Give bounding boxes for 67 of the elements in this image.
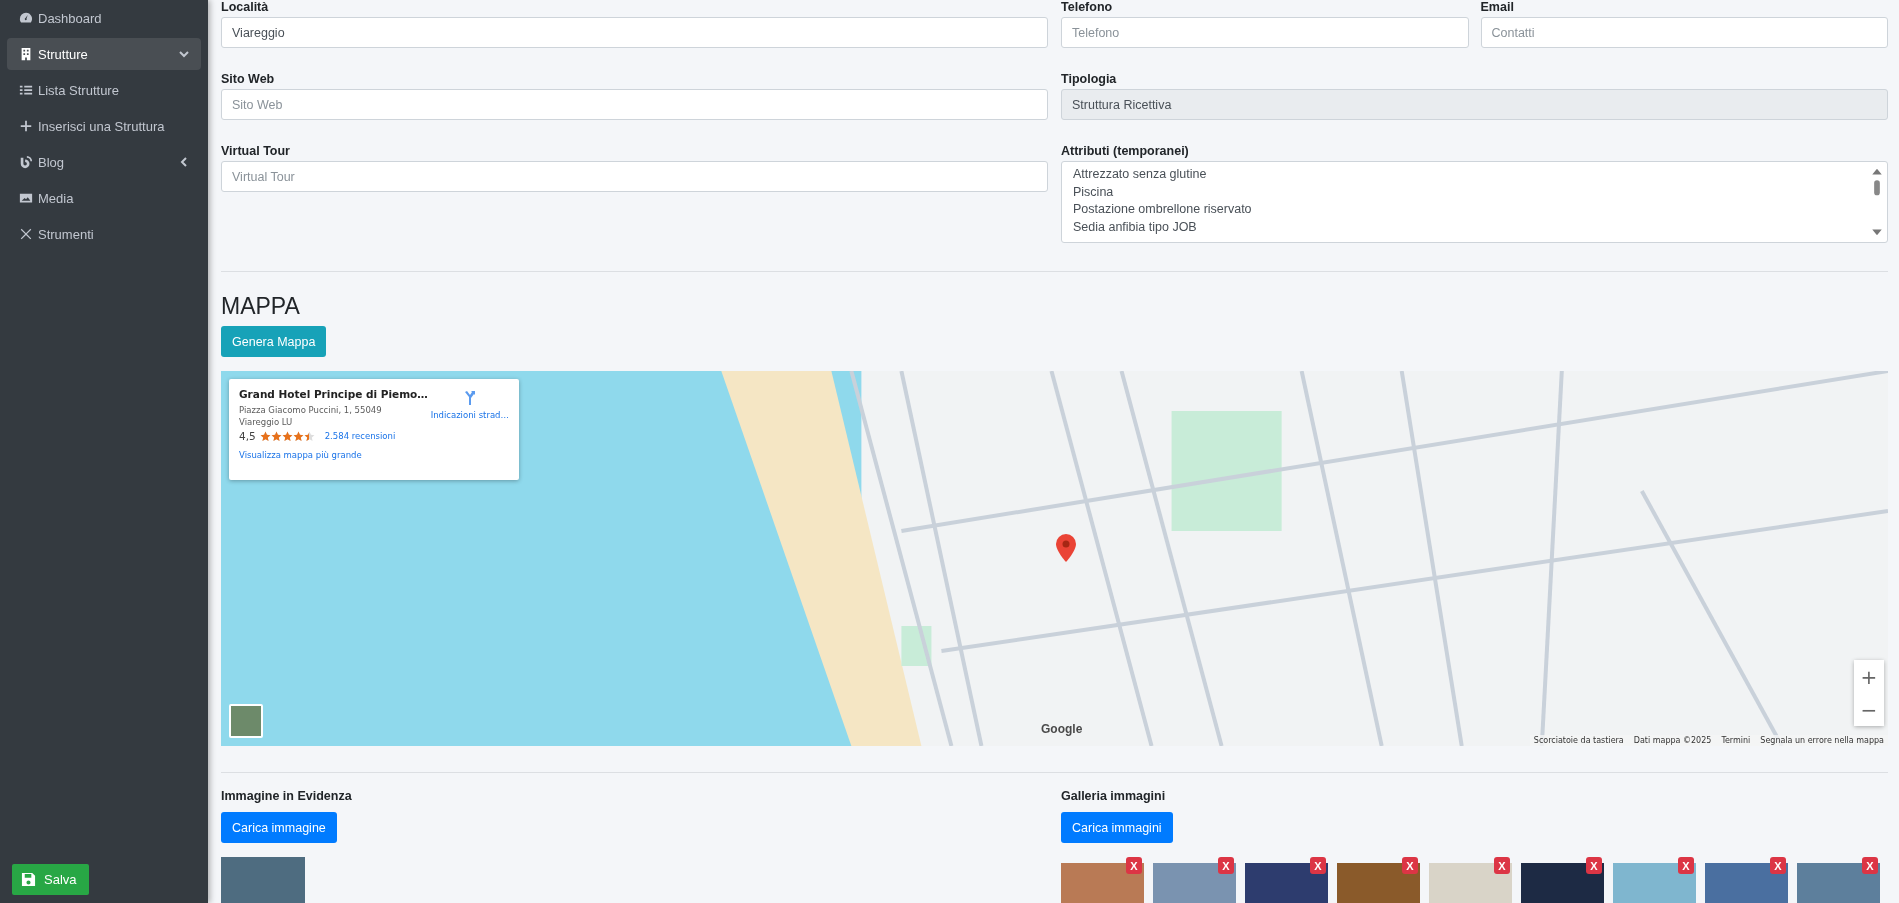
reviews-link[interactable]: 2.584 recensioni	[324, 431, 396, 441]
remove-image-button[interactable]: X	[1770, 857, 1786, 874]
text-field[interactable]: Virtual Tour	[221, 161, 1048, 192]
sidebar-subitem[interactable]: Lista Strutture	[7, 74, 201, 106]
star-icon	[303, 430, 315, 442]
remove-image-button[interactable]: X	[1494, 857, 1510, 874]
map-logo: Google	[1041, 722, 1083, 736]
scrollbar-icon	[1871, 166, 1883, 238]
sidebar-item[interactable]: Strutture	[7, 38, 201, 70]
map-footer-link[interactable]: Scorciatoie da tastiera	[1533, 736, 1624, 745]
field-label: Attributi (temporanei)	[1061, 144, 1189, 160]
sidebar-subitem[interactable]: Inserisci una Struttura	[7, 110, 201, 142]
star-icon	[292, 430, 304, 442]
zoom-out-button[interactable]: −	[1854, 693, 1884, 726]
list-option[interactable]: Postazione ombrellone riservato	[1073, 201, 1871, 219]
field-label: Sito Web	[221, 72, 275, 88]
field-label: Località	[221, 0, 269, 16]
remove-image-button[interactable]: X	[1678, 857, 1694, 874]
field-label: Immagine in Evidenza	[221, 789, 352, 805]
sidebar-item[interactable]: Dashboard	[7, 2, 201, 34]
list-icon	[19, 83, 33, 97]
tools-icon	[19, 227, 33, 241]
rss-icon	[19, 155, 33, 169]
sidebar-item[interactable]: Blog	[7, 146, 201, 178]
gauge-icon	[19, 11, 33, 25]
sidebar-item[interactable]: Media	[7, 182, 201, 214]
remove-image-button[interactable]: X	[1402, 857, 1418, 874]
map-footer-link[interactable]: Dati mappa ©2025	[1633, 736, 1712, 745]
list-option[interactable]: Attrezzato senza glutine	[1073, 166, 1871, 184]
zoom-in-button[interactable]: +	[1854, 660, 1884, 693]
remove-image-button[interactable]: X	[1586, 857, 1602, 874]
remove-image-button[interactable]: X	[1126, 857, 1142, 874]
place-name: Grand Hotel Principe di Piemo…	[239, 388, 428, 400]
text-field[interactable]: Telefono	[1061, 17, 1469, 48]
map-pin-icon	[1056, 534, 1076, 562]
place-address: Piazza Giacomo Puccini, 1, 55049	[239, 404, 382, 416]
rating-value: 4,5	[239, 430, 256, 442]
plus-icon	[19, 119, 33, 133]
field-label: Galleria immagini	[1061, 789, 1166, 805]
list-option[interactable]: Sedia anfibia tipo JOB	[1073, 218, 1871, 236]
section-heading: MAPPA	[221, 292, 300, 320]
star-icon	[281, 430, 293, 442]
upload-image-button[interactable]: Carica immagine	[221, 812, 337, 843]
text-field[interactable]: Sito Web	[221, 89, 1048, 120]
upload-images-button[interactable]: Carica immagini	[1061, 812, 1173, 843]
satellite-view-toggle[interactable]	[229, 704, 263, 738]
sidebar-item[interactable]: Strumenti	[7, 218, 201, 250]
field-label: Virtual Tour	[221, 144, 290, 160]
place-address: Viareggio LU	[239, 416, 293, 428]
field-label: Telefono	[1061, 0, 1113, 16]
map-footer-link[interactable]: Termini	[1721, 736, 1751, 745]
remove-image-button[interactable]: X	[1862, 857, 1878, 874]
building-icon	[19, 47, 33, 61]
field-label: Tipologia	[1061, 72, 1117, 88]
directions-link[interactable]: Indicazioni strad…	[430, 388, 509, 420]
map-footer-link[interactable]: Segnala un errore nella mappa	[1760, 736, 1884, 745]
remove-image-button[interactable]: X	[1218, 857, 1234, 874]
star-icon	[259, 430, 271, 442]
remove-image-button[interactable]: X	[1310, 857, 1326, 874]
larger-map-link[interactable]: Visualizza mappa più grande	[239, 450, 362, 460]
star-icon	[270, 430, 282, 442]
image-icon	[19, 191, 33, 205]
field-label: Email	[1480, 0, 1514, 16]
text-field[interactable]: Viareggio	[221, 17, 1048, 48]
text-field[interactable]: Contatti	[1480, 17, 1888, 48]
list-option[interactable]: Piscina	[1073, 183, 1871, 201]
multi-select-list[interactable]: Attrezzato senza glutine Piscina Postazione ombrellone riservato Sedia anfibia tipo JOB	[1061, 161, 1888, 243]
